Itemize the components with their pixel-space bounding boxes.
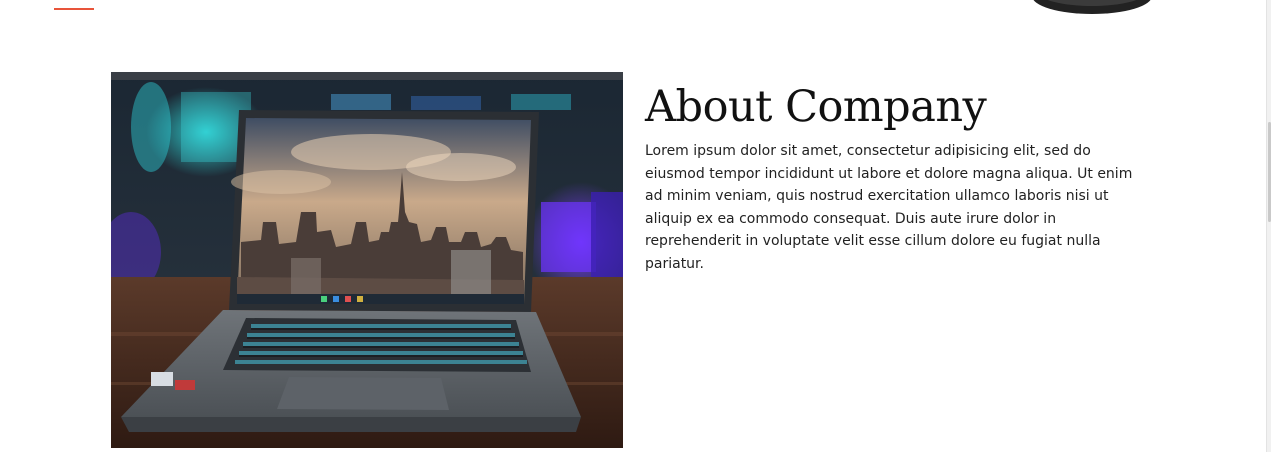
about-content: About Company Lorem ipsum dolor sit amet… [645, 82, 1145, 275]
laptop-photo [111, 72, 623, 448]
product-image-partial [1030, 0, 1160, 16]
laptop-illustration [111, 72, 623, 448]
about-description: Lorem ipsum dolor sit amet, consectetur … [645, 143, 1133, 272]
about-title: About Company [645, 82, 987, 132]
page-scrollbar[interactable] [1266, 0, 1271, 452]
about-section: About Company Lorem ipsum dolor sit amet… [0, 0, 1271, 452]
accent-underline [54, 8, 94, 10]
